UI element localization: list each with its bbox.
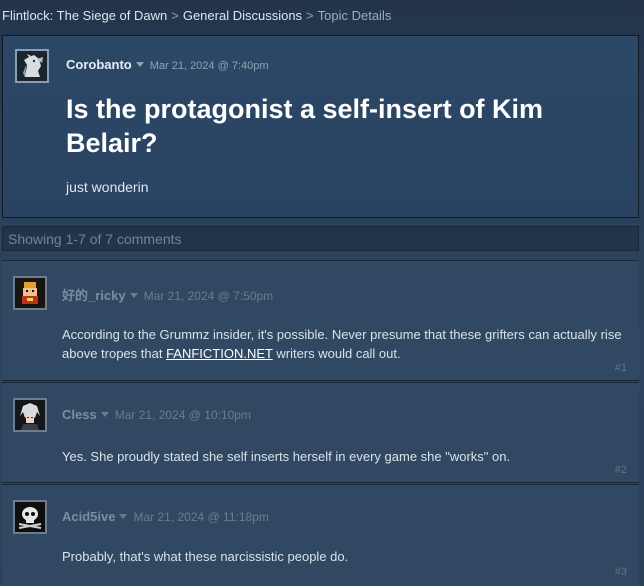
comment-item: Acid5ive Mar 21, 2024 @ 11:18pm Probably,… <box>2 484 639 586</box>
comment-text-part: writers would call out. <box>272 346 401 361</box>
breadcrumb-game-link[interactable]: Flintlock: The Siege of Dawn <box>2 8 167 23</box>
comment-text: Yes. She proudly stated she self inserts… <box>62 449 511 464</box>
comment-date: Mar 21, 2024 @ 10:10pm <box>114 408 251 422</box>
pixel-character-avatar-icon <box>15 278 45 308</box>
silver-hair-avatar-icon <box>15 400 45 430</box>
chevron-down-icon[interactable] <box>100 412 109 418</box>
breadcrumb-separator: > <box>171 8 179 23</box>
comment-author-avatar[interactable] <box>13 276 47 310</box>
comment-author-avatar[interactable] <box>13 500 47 534</box>
chevron-down-icon[interactable] <box>135 62 144 68</box>
topic-title: Is the protagonist a self-insert of Kim … <box>66 94 544 158</box>
comment-item: Cless Mar 21, 2024 @ 10:10pm Yes. She pro… <box>2 382 639 483</box>
white-horse-avatar-icon <box>17 51 47 81</box>
topic-author-name[interactable]: Corobanto <box>66 57 132 72</box>
chevron-down-icon[interactable] <box>119 514 128 520</box>
comment-date: Mar 21, 2024 @ 7:50pm <box>143 289 274 303</box>
comment-author-name[interactable]: Cless <box>62 407 97 422</box>
topic-body: just wonderin <box>66 179 149 195</box>
comment-author-row: 好的_ricky Mar 21, 2024 @ 7:50pm <box>62 285 273 304</box>
comment-index[interactable]: #1 <box>615 362 627 374</box>
breadcrumb-current: Topic Details <box>317 8 392 23</box>
comment-text: Probably, that's what these narcissistic… <box>62 549 349 564</box>
breadcrumb-separator: > <box>306 8 314 23</box>
topic-post: Corobanto Mar 21, 2024 @ 7:40pm Is the pr… <box>2 35 639 218</box>
chevron-down-icon[interactable] <box>129 293 138 299</box>
breadcrumb-forum-link[interactable]: General Discussions <box>183 8 302 23</box>
comment-author-row: Acid5ive Mar 21, 2024 @ 11:18pm <box>62 509 269 524</box>
topic-date: Mar 21, 2024 @ 7:40pm <box>149 60 269 72</box>
comment-author-row: Cless Mar 21, 2024 @ 10:10pm <box>62 407 251 422</box>
comment-author-name[interactable]: Acid5ive <box>62 509 115 524</box>
comment-item: 好的_ricky Mar 21, 2024 @ 7:50pm According … <box>2 260 639 381</box>
comment-count-text: Showing 1-7 of 7 comments <box>8 231 182 247</box>
breadcrumb: Flintlock: The Siege of Dawn > General Dis… <box>2 8 391 23</box>
skull-avatar-icon <box>15 502 45 532</box>
comment-text: According to the Grummz insider, it's po… <box>62 325 627 363</box>
comment-date: Mar 21, 2024 @ 11:18pm <box>133 510 269 524</box>
topic-author-row: Corobanto Mar 21, 2024 @ 7:40pm <box>66 57 269 72</box>
comment-index[interactable]: #3 <box>615 566 627 578</box>
fanfiction-link[interactable]: FANFICTION.NET <box>166 346 273 361</box>
comment-index[interactable]: #2 <box>615 464 627 476</box>
comment-author-name[interactable]: 好的_ricky <box>62 288 126 303</box>
comment-author-avatar[interactable] <box>13 398 47 432</box>
topic-author-avatar[interactable] <box>15 49 49 83</box>
comment-count-bar: Showing 1-7 of 7 comments <box>2 226 639 251</box>
